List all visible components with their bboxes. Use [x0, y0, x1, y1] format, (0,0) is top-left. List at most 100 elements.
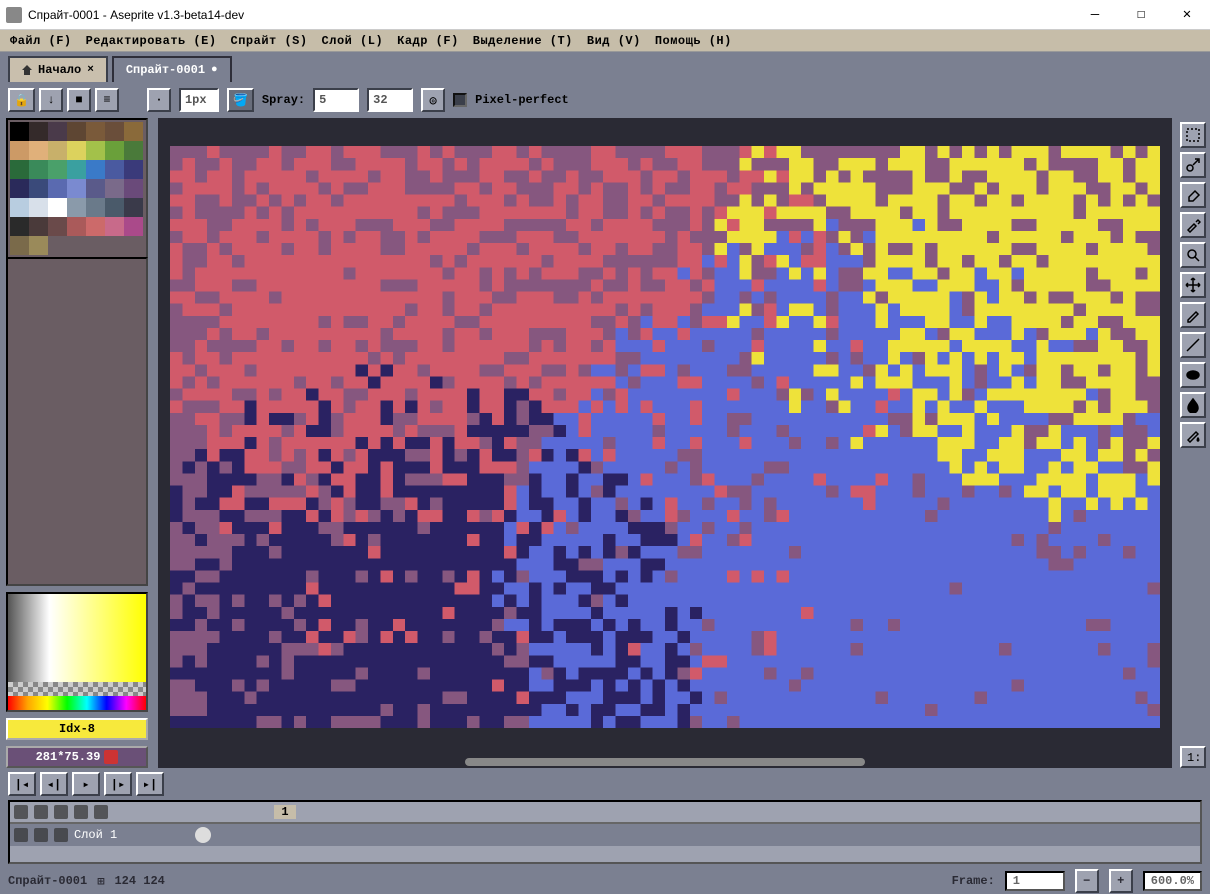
palette-swatch[interactable]	[105, 160, 124, 179]
layer-name[interactable]: Слой 1	[74, 828, 117, 842]
move-tool[interactable]	[1180, 272, 1206, 298]
frame-number-field[interactable]: 1	[1005, 871, 1065, 891]
palette-swatch[interactable]	[105, 122, 124, 141]
close-button[interactable]: ✕	[1164, 0, 1210, 30]
eyedropper-tool[interactable]	[1180, 212, 1206, 238]
fill-tool[interactable]	[1180, 422, 1206, 448]
canvas-viewport[interactable]	[158, 118, 1172, 756]
palette-swatch[interactable]	[124, 179, 143, 198]
menu-sprite[interactable]: Спрайт (S)	[231, 34, 308, 48]
palette-sort-button[interactable]: ↓	[39, 88, 63, 112]
palette-swatch[interactable]	[48, 236, 67, 255]
dynamics-button[interactable]: ◎	[421, 88, 445, 112]
eraser-tool[interactable]	[1180, 182, 1206, 208]
zoom-out-button[interactable]: −	[1075, 869, 1099, 893]
menu-header-icon[interactable]	[94, 805, 108, 819]
palette-swatch[interactable]	[86, 217, 105, 236]
sprite-canvas[interactable]	[170, 146, 1160, 728]
palette-swatch[interactable]	[124, 217, 143, 236]
color-mode-button[interactable]: Idx-8	[6, 718, 148, 740]
palette-swatch[interactable]	[105, 217, 124, 236]
timeline-layer-row[interactable]: Слой 1	[10, 824, 1200, 846]
palette-swatch[interactable]	[29, 160, 48, 179]
palette-swatch[interactable]	[29, 122, 48, 141]
timeline-body[interactable]: 1 Слой 1	[8, 800, 1202, 864]
palette-swatch[interactable]	[67, 141, 86, 160]
brush-shape-button[interactable]: ·	[147, 88, 171, 112]
brush-size-field[interactable]: 1px	[179, 88, 219, 112]
minimize-button[interactable]: —	[1072, 0, 1118, 30]
palette-swatch[interactable]	[67, 122, 86, 141]
continuous-header-icon[interactable]	[54, 805, 68, 819]
zoom-field[interactable]: 600.0%	[1143, 871, 1202, 891]
zoom-in-button[interactable]: +	[1109, 869, 1133, 893]
palette-swatch[interactable]	[10, 217, 29, 236]
palette-swatch[interactable]	[105, 198, 124, 217]
palette-swatch[interactable]	[124, 141, 143, 160]
ellipse-tool[interactable]	[1180, 362, 1206, 388]
palette-swatch[interactable]	[29, 198, 48, 217]
palette-swatch[interactable]	[105, 179, 124, 198]
palette-swatch[interactable]	[105, 141, 124, 160]
palette-swatch[interactable]	[10, 141, 29, 160]
palette-presets-button[interactable]: ■	[67, 88, 91, 112]
palette-swatch[interactable]	[10, 160, 29, 179]
prev-frame-button[interactable]: ◂|	[40, 772, 68, 796]
zoom-tool[interactable]	[1180, 242, 1206, 268]
palette-swatch[interactable]	[48, 141, 67, 160]
last-frame-button[interactable]: ▸|	[136, 772, 164, 796]
palette-swatch[interactable]	[86, 198, 105, 217]
palette-swatch[interactable]	[10, 122, 29, 141]
maximize-button[interactable]: ☐	[1118, 0, 1164, 30]
palette-swatch[interactable]	[86, 179, 105, 198]
menu-view[interactable]: Вид (V)	[587, 34, 641, 48]
palette-lock-button[interactable]: 🔒	[8, 88, 35, 112]
marquee-tool[interactable]	[1180, 122, 1206, 148]
palette-swatch[interactable]	[29, 236, 48, 255]
palette-swatch[interactable]	[67, 160, 86, 179]
palette-swatch[interactable]	[48, 198, 67, 217]
color-picker[interactable]	[6, 592, 148, 712]
palette-swatch[interactable]	[67, 179, 86, 198]
palette-swatch[interactable]	[29, 217, 48, 236]
palette-swatch[interactable]	[124, 160, 143, 179]
first-frame-button[interactable]: |◂	[8, 772, 36, 796]
palette-swatch[interactable]	[86, 160, 105, 179]
palette-swatch[interactable]	[67, 236, 86, 255]
palette-swatch[interactable]	[48, 160, 67, 179]
palette-swatch[interactable]	[105, 236, 124, 255]
cel-thumbnail[interactable]	[195, 827, 211, 843]
spray-tool[interactable]	[1180, 152, 1206, 178]
menu-select[interactable]: Выделение (T)	[473, 34, 573, 48]
pencil-tool[interactable]	[1180, 302, 1206, 328]
spray-width-field[interactable]: 5	[313, 88, 359, 112]
palette-swatch[interactable]	[124, 236, 143, 255]
layer-visible-icon[interactable]	[14, 828, 28, 842]
menu-help[interactable]: Помощь (H)	[655, 34, 732, 48]
layer-continuous-icon[interactable]	[54, 828, 68, 842]
palette-swatch[interactable]	[86, 236, 105, 255]
tab-home-close[interactable]: ×	[87, 64, 94, 76]
visibility-header-icon[interactable]	[14, 805, 28, 819]
blur-tool[interactable]	[1180, 392, 1206, 418]
palette-swatch[interactable]	[10, 236, 29, 255]
palette-swatch[interactable]	[10, 179, 29, 198]
fg-color-button[interactable]: 281*75.39	[6, 746, 148, 768]
line-tool[interactable]	[1180, 332, 1206, 358]
tab-home[interactable]: Начало ×	[8, 56, 108, 82]
palette-swatch[interactable]	[10, 198, 29, 217]
frame-number-header[interactable]: 1	[274, 805, 296, 819]
palette-swatch[interactable]	[86, 122, 105, 141]
palette-swatch[interactable]	[67, 217, 86, 236]
palette-empty-area[interactable]	[6, 257, 148, 586]
fit-screen-button[interactable]: 1:1	[1180, 746, 1206, 768]
palette-swatch[interactable]	[29, 179, 48, 198]
palette-swatch[interactable]	[86, 141, 105, 160]
palette-swatch[interactable]	[124, 198, 143, 217]
canvas-h-scrollbar[interactable]	[158, 756, 1172, 768]
next-frame-button[interactable]: |▸	[104, 772, 132, 796]
tab-sprite[interactable]: Спрайт-0001 ●	[112, 56, 232, 82]
menu-file[interactable]: Файл (F)	[10, 34, 72, 48]
menu-layer[interactable]: Слой (L)	[322, 34, 384, 48]
lock-header-icon[interactable]	[34, 805, 48, 819]
